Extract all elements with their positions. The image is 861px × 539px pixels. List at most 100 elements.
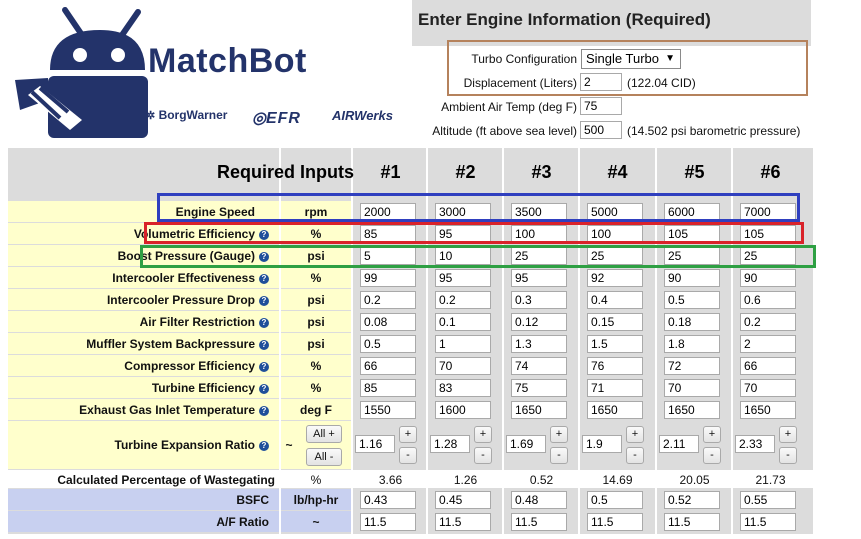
bsfc-input[interactable]: 0.55 — [740, 491, 796, 509]
increase-button[interactable]: + — [703, 426, 721, 443]
row-label: Compressor Efficiency? — [8, 359, 269, 373]
value-input[interactable]: 0.5 — [664, 291, 720, 309]
value-input[interactable]: 66 — [740, 357, 796, 375]
expansion-input[interactable]: 1.28 — [430, 435, 470, 453]
value-input[interactable]: 1650 — [511, 401, 567, 419]
af-ratio-input[interactable]: 11.5 — [740, 513, 796, 531]
value-input[interactable]: 85 — [360, 379, 416, 397]
value-input[interactable]: 99 — [360, 269, 416, 287]
increase-button[interactable]: + — [474, 426, 492, 443]
logo-area: MatchBot ✲ BorgWarner ◎EFR AIRWerks — [0, 0, 410, 145]
all-minus-button[interactable]: All - — [306, 448, 342, 466]
bsfc-input[interactable]: 0.52 — [664, 491, 720, 509]
value-input[interactable]: 90 — [740, 269, 796, 287]
value-input[interactable]: 74 — [511, 357, 567, 375]
increase-button[interactable]: + — [550, 426, 568, 443]
af-ratio-input[interactable]: 11.5 — [511, 513, 567, 531]
value-input[interactable]: 0.12 — [511, 313, 567, 331]
altitude-pressure-note: (14.502 psi barometric pressure) — [627, 124, 801, 138]
value-input[interactable]: 70 — [664, 379, 720, 397]
help-icon[interactable]: ? — [259, 274, 269, 284]
value-input[interactable]: 1 — [435, 335, 491, 353]
value-input[interactable]: 1.5 — [587, 335, 643, 353]
value-input[interactable]: 71 — [587, 379, 643, 397]
decrease-button[interactable]: - — [399, 447, 417, 464]
bsfc-input[interactable]: 0.45 — [435, 491, 491, 509]
value-input[interactable]: 95 — [435, 269, 491, 287]
af-ratio-input[interactable]: 11.5 — [360, 513, 416, 531]
brand-name: MatchBot — [148, 42, 307, 80]
efr-swirl-icon: ◎ — [252, 110, 266, 127]
value-input[interactable]: 0.6 — [740, 291, 796, 309]
increase-button[interactable]: + — [626, 426, 644, 443]
value-input[interactable]: 92 — [587, 269, 643, 287]
decrease-button[interactable]: - — [703, 447, 721, 464]
value-input[interactable]: 0.5 — [360, 335, 416, 353]
value-input[interactable]: 1.3 — [511, 335, 567, 353]
decrease-button[interactable]: - — [474, 447, 492, 464]
expansion-input[interactable]: 1.69 — [506, 435, 546, 453]
bsfc-input[interactable]: 0.5 — [587, 491, 643, 509]
value-input[interactable]: 1650 — [587, 401, 643, 419]
engine-info-title: Enter Engine Information (Required) — [418, 10, 711, 29]
value-input[interactable]: 0.1 — [435, 313, 491, 331]
row-label-text: Intercooler Effectiveness — [112, 271, 255, 285]
value-input[interactable]: 0.18 — [664, 313, 720, 331]
decrease-button[interactable]: - — [779, 447, 797, 464]
help-icon[interactable]: ? — [259, 318, 269, 328]
row-label-text: Muffler System Backpressure — [86, 337, 255, 351]
value-input[interactable]: 95 — [511, 269, 567, 287]
value-input[interactable]: 72 — [664, 357, 720, 375]
expansion-input[interactable]: 2.33 — [735, 435, 775, 453]
value-input[interactable]: 70 — [740, 379, 796, 397]
value-input[interactable]: 0.08 — [360, 313, 416, 331]
all-plus-button[interactable]: All + — [306, 425, 342, 443]
value-input[interactable]: 2 — [740, 335, 796, 353]
row-label: Intercooler Pressure Drop? — [8, 293, 269, 307]
value-input[interactable]: 0.2 — [740, 313, 796, 331]
value-input[interactable]: 76 — [587, 357, 643, 375]
value-input[interactable]: 66 — [360, 357, 416, 375]
expansion-input[interactable]: 2.11 — [659, 435, 699, 453]
value-input[interactable]: 90 — [664, 269, 720, 287]
value-input[interactable]: 1550 — [360, 401, 416, 419]
increase-button[interactable]: + — [399, 426, 417, 443]
value-input[interactable]: 75 — [511, 379, 567, 397]
value-input[interactable]: 0.4 — [587, 291, 643, 309]
help-icon[interactable]: ? — [259, 406, 269, 416]
value-input[interactable]: 1650 — [664, 401, 720, 419]
help-icon[interactable]: ? — [259, 340, 269, 350]
decrease-button[interactable]: - — [626, 447, 644, 464]
help-icon[interactable]: ? — [259, 296, 269, 306]
value-input[interactable]: 1.8 — [664, 335, 720, 353]
expansion-input[interactable]: 1.16 — [355, 435, 395, 453]
partner-logos: ✲ BorgWarner ◎EFR AIRWerks — [144, 108, 404, 130]
value-input[interactable]: 1600 — [435, 401, 491, 419]
bsfc-input[interactable]: 0.43 — [360, 491, 416, 509]
value-input[interactable]: 70 — [435, 357, 491, 375]
bsfc-input[interactable]: 0.48 — [511, 491, 567, 509]
borgwarner-icon: ✲ — [146, 110, 156, 122]
help-icon[interactable]: ? — [259, 362, 269, 372]
ambient-temp-input[interactable]: 75 — [580, 97, 622, 115]
expansion-label: Turbine Expansion Ratio? — [8, 438, 269, 452]
engine-speed-highlight — [157, 193, 800, 222]
expansion-input[interactable]: 1.9 — [582, 435, 622, 453]
value-input[interactable]: 1650 — [740, 401, 796, 419]
help-icon[interactable]: ? — [259, 384, 269, 394]
value-input[interactable]: 83 — [435, 379, 491, 397]
column-header: #2 — [455, 162, 476, 182]
altitude-input[interactable]: 500 — [580, 121, 622, 139]
increase-button[interactable]: + — [779, 426, 797, 443]
value-input[interactable]: 0.3 — [511, 291, 567, 309]
decrease-button[interactable]: - — [550, 447, 568, 464]
value-input[interactable]: 0.2 — [435, 291, 491, 309]
af-ratio-input[interactable]: 11.5 — [664, 513, 720, 531]
af-ratio-input[interactable]: 11.5 — [587, 513, 643, 531]
help-icon[interactable]: ? — [259, 441, 269, 451]
value-input[interactable]: 0.2 — [360, 291, 416, 309]
volumetric-efficiency-highlight — [144, 222, 804, 244]
af-ratio-input[interactable]: 11.5 — [435, 513, 491, 531]
value-input[interactable]: 0.15 — [587, 313, 643, 331]
row-label: Muffler System Backpressure? — [8, 337, 269, 351]
